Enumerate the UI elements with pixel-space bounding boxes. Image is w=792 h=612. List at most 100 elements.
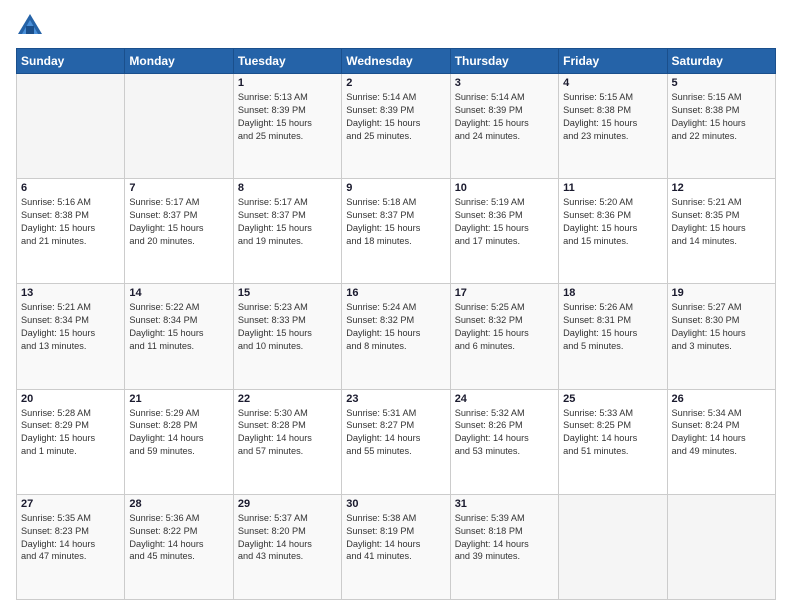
logo (16, 12, 48, 40)
day-number: 9 (346, 182, 445, 194)
day-number: 10 (455, 182, 554, 194)
calendar-cell (559, 494, 667, 599)
day-info: Sunrise: 5:21 AM Sunset: 8:34 PM Dayligh… (21, 301, 120, 353)
weekday-header-row: SundayMondayTuesdayWednesdayThursdayFrid… (17, 49, 776, 74)
day-info: Sunrise: 5:17 AM Sunset: 8:37 PM Dayligh… (238, 196, 337, 248)
day-number: 5 (672, 77, 771, 89)
day-info: Sunrise: 5:25 AM Sunset: 8:32 PM Dayligh… (455, 301, 554, 353)
day-info: Sunrise: 5:35 AM Sunset: 8:23 PM Dayligh… (21, 512, 120, 564)
page: SundayMondayTuesdayWednesdayThursdayFrid… (0, 0, 792, 612)
day-info: Sunrise: 5:21 AM Sunset: 8:35 PM Dayligh… (672, 196, 771, 248)
day-number: 16 (346, 287, 445, 299)
calendar-cell: 5 Sunrise: 5:15 AM Sunset: 8:38 PM Daylig… (667, 74, 775, 179)
calendar-cell: 18 Sunrise: 5:26 AM Sunset: 8:31 PM Dayli… (559, 284, 667, 389)
day-number: 26 (672, 393, 771, 405)
calendar-cell: 6Sunrise: 5:16 AM Sunset: 8:38 PM Daylig… (17, 179, 125, 284)
calendar-cell: 12Sunrise: 5:21 AM Sunset: 8:35 PM Dayli… (667, 179, 775, 284)
day-info: Sunrise: 5:17 AM Sunset: 8:37 PM Dayligh… (129, 196, 228, 248)
weekday-header-friday: Friday (559, 49, 667, 74)
calendar-week-5: 27 Sunrise: 5:35 AM Sunset: 8:23 PM Dayli… (17, 494, 776, 599)
day-number: 2 (346, 77, 445, 89)
day-number: 22 (238, 393, 337, 405)
day-info: Sunrise: 5:20 AM Sunset: 8:36 PM Dayligh… (563, 196, 662, 248)
day-info: Sunrise: 5:18 AM Sunset: 8:37 PM Dayligh… (346, 196, 445, 248)
calendar-cell: 3 Sunrise: 5:14 AM Sunset: 8:39 PM Daylig… (450, 74, 558, 179)
day-number: 11 (563, 182, 662, 194)
day-info: Sunrise: 5:19 AM Sunset: 8:36 PM Dayligh… (455, 196, 554, 248)
day-number: 28 (129, 498, 228, 510)
day-info: Sunrise: 5:36 AM Sunset: 8:22 PM Dayligh… (129, 512, 228, 564)
day-info: Sunrise: 5:14 AM Sunset: 8:39 PM Dayligh… (455, 91, 554, 143)
weekday-header-wednesday: Wednesday (342, 49, 450, 74)
calendar-cell: 14 Sunrise: 5:22 AM Sunset: 8:34 PM Dayli… (125, 284, 233, 389)
day-number: 27 (21, 498, 120, 510)
day-info: Sunrise: 5:29 AM Sunset: 8:28 PM Dayligh… (129, 407, 228, 459)
calendar-week-4: 20Sunrise: 5:28 AM Sunset: 8:29 PM Dayli… (17, 389, 776, 494)
day-info: Sunrise: 5:28 AM Sunset: 8:29 PM Dayligh… (21, 407, 120, 459)
calendar-cell: 23Sunrise: 5:31 AM Sunset: 8:27 PM Dayli… (342, 389, 450, 494)
day-info: Sunrise: 5:24 AM Sunset: 8:32 PM Dayligh… (346, 301, 445, 353)
calendar-cell: 20Sunrise: 5:28 AM Sunset: 8:29 PM Dayli… (17, 389, 125, 494)
weekday-header-saturday: Saturday (667, 49, 775, 74)
calendar-cell: 30 Sunrise: 5:38 AM Sunset: 8:19 PM Dayli… (342, 494, 450, 599)
day-info: Sunrise: 5:37 AM Sunset: 8:20 PM Dayligh… (238, 512, 337, 564)
weekday-header-monday: Monday (125, 49, 233, 74)
calendar-cell (125, 74, 233, 179)
day-info: Sunrise: 5:23 AM Sunset: 8:33 PM Dayligh… (238, 301, 337, 353)
day-number: 29 (238, 498, 337, 510)
day-info: Sunrise: 5:38 AM Sunset: 8:19 PM Dayligh… (346, 512, 445, 564)
day-number: 15 (238, 287, 337, 299)
calendar-week-3: 13 Sunrise: 5:21 AM Sunset: 8:34 PM Dayli… (17, 284, 776, 389)
weekday-header-tuesday: Tuesday (233, 49, 341, 74)
calendar-cell: 21Sunrise: 5:29 AM Sunset: 8:28 PM Dayli… (125, 389, 233, 494)
calendar-cell: 2 Sunrise: 5:14 AM Sunset: 8:39 PM Daylig… (342, 74, 450, 179)
header (16, 12, 776, 40)
calendar-cell: 10 Sunrise: 5:19 AM Sunset: 8:36 PM Dayli… (450, 179, 558, 284)
calendar-cell: 27 Sunrise: 5:35 AM Sunset: 8:23 PM Dayli… (17, 494, 125, 599)
day-info: Sunrise: 5:30 AM Sunset: 8:28 PM Dayligh… (238, 407, 337, 459)
calendar-cell: 15 Sunrise: 5:23 AM Sunset: 8:33 PM Dayli… (233, 284, 341, 389)
calendar-cell: 11 Sunrise: 5:20 AM Sunset: 8:36 PM Dayli… (559, 179, 667, 284)
calendar-cell: 26 Sunrise: 5:34 AM Sunset: 8:24 PM Dayli… (667, 389, 775, 494)
calendar-cell: 28 Sunrise: 5:36 AM Sunset: 8:22 PM Dayli… (125, 494, 233, 599)
calendar-cell: 31 Sunrise: 5:39 AM Sunset: 8:18 PM Dayli… (450, 494, 558, 599)
calendar-cell: 16 Sunrise: 5:24 AM Sunset: 8:32 PM Dayli… (342, 284, 450, 389)
calendar-cell: 25 Sunrise: 5:33 AM Sunset: 8:25 PM Dayli… (559, 389, 667, 494)
day-number: 14 (129, 287, 228, 299)
day-info: Sunrise: 5:27 AM Sunset: 8:30 PM Dayligh… (672, 301, 771, 353)
calendar-table: SundayMondayTuesdayWednesdayThursdayFrid… (16, 48, 776, 600)
day-number: 31 (455, 498, 554, 510)
day-number: 17 (455, 287, 554, 299)
day-number: 8 (238, 182, 337, 194)
calendar-cell: 17 Sunrise: 5:25 AM Sunset: 8:32 PM Dayli… (450, 284, 558, 389)
day-info: Sunrise: 5:14 AM Sunset: 8:39 PM Dayligh… (346, 91, 445, 143)
day-info: Sunrise: 5:39 AM Sunset: 8:18 PM Dayligh… (455, 512, 554, 564)
day-number: 23 (346, 393, 445, 405)
calendar-cell: 22 Sunrise: 5:30 AM Sunset: 8:28 PM Dayli… (233, 389, 341, 494)
day-number: 30 (346, 498, 445, 510)
day-info: Sunrise: 5:26 AM Sunset: 8:31 PM Dayligh… (563, 301, 662, 353)
day-info: Sunrise: 5:15 AM Sunset: 8:38 PM Dayligh… (672, 91, 771, 143)
day-info: Sunrise: 5:16 AM Sunset: 8:38 PM Dayligh… (21, 196, 120, 248)
calendar-cell (17, 74, 125, 179)
calendar-week-1: 1Sunrise: 5:13 AM Sunset: 8:39 PM Daylig… (17, 74, 776, 179)
day-number: 19 (672, 287, 771, 299)
calendar-cell: 1Sunrise: 5:13 AM Sunset: 8:39 PM Daylig… (233, 74, 341, 179)
day-info: Sunrise: 5:34 AM Sunset: 8:24 PM Dayligh… (672, 407, 771, 459)
day-info: Sunrise: 5:33 AM Sunset: 8:25 PM Dayligh… (563, 407, 662, 459)
day-info: Sunrise: 5:13 AM Sunset: 8:39 PM Dayligh… (238, 91, 337, 143)
day-number: 25 (563, 393, 662, 405)
calendar-cell: 8 Sunrise: 5:17 AM Sunset: 8:37 PM Daylig… (233, 179, 341, 284)
day-info: Sunrise: 5:15 AM Sunset: 8:38 PM Dayligh… (563, 91, 662, 143)
day-number: 24 (455, 393, 554, 405)
calendar-cell: 4Sunrise: 5:15 AM Sunset: 8:38 PM Daylig… (559, 74, 667, 179)
calendar-cell: 29 Sunrise: 5:37 AM Sunset: 8:20 PM Dayli… (233, 494, 341, 599)
calendar-cell: 7 Sunrise: 5:17 AM Sunset: 8:37 PM Daylig… (125, 179, 233, 284)
day-number: 13 (21, 287, 120, 299)
day-number: 3 (455, 77, 554, 89)
day-number: 7 (129, 182, 228, 194)
calendar-week-2: 6Sunrise: 5:16 AM Sunset: 8:38 PM Daylig… (17, 179, 776, 284)
day-info: Sunrise: 5:22 AM Sunset: 8:34 PM Dayligh… (129, 301, 228, 353)
weekday-header-sunday: Sunday (17, 49, 125, 74)
day-number: 18 (563, 287, 662, 299)
